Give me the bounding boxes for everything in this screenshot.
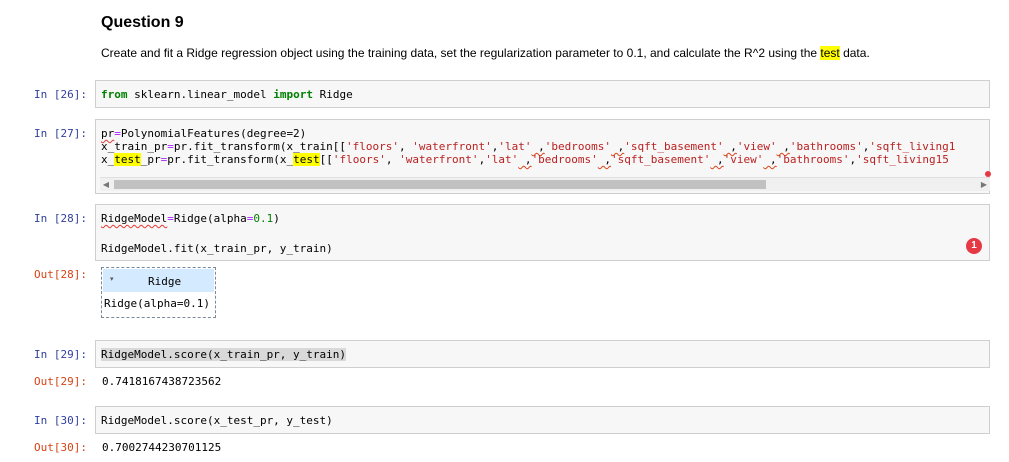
keyword-import: import (273, 88, 313, 101)
fit-call: RidgeModel.fit(x_train_pr, y_train) (101, 242, 333, 255)
question-description: Create and fit a Ridge regression object… (101, 46, 870, 60)
cell-29-out-prompt: Out[29]: (34, 375, 87, 388)
str-floors: 'floors' (346, 140, 400, 153)
str-bathrooms: 'bathrooms' (789, 140, 863, 153)
highlight-test-arg: test (293, 153, 320, 166)
cell-30-code-input[interactable]: RidgeModel.score(x_test_pr, y_test) (95, 406, 990, 434)
cell-26-in-prompt: In [26]: (34, 88, 87, 101)
cell-29-code-input[interactable]: RidgeModel.score(x_train_pr, y_train) (95, 340, 990, 368)
cell-26-code-input[interactable]: from sklearn.linear_model import Ridge (95, 80, 990, 108)
chevron-down-icon[interactable]: ▾ (110, 275, 114, 283)
score-train-call: RidgeModel.score(x_train_pr, y_train) (101, 348, 347, 361)
widget-title: Ridge (148, 275, 182, 288)
alpha-value: 0.1 (253, 212, 274, 225)
cell-29-output: 0.7418167438723562 (102, 375, 222, 388)
cell-28-in-prompt: In [28]: (34, 212, 87, 225)
var-x-train-pr: x_train_pr (101, 140, 168, 153)
cell-30-output: 0.7002744230701125 (102, 441, 222, 454)
str-waterfront-2: 'waterfront' (399, 153, 479, 166)
keyword-from: from (101, 88, 128, 101)
cell-28-code-input[interactable]: RidgeModel=Ridge(alpha=0.1) RidgeModel.f… (95, 204, 990, 261)
widget-body: Ridge(alpha=0.1) (104, 297, 210, 310)
str-sqft-living: 'sqft_living1 (869, 140, 956, 153)
open-brackets: [[ (319, 153, 333, 166)
var-pr: pr (101, 127, 115, 140)
ridge-estimator-widget[interactable]: ▾ Ridge Ridge(alpha=0.1) (101, 267, 216, 318)
str-bedrooms-2: 'bedrooms' (531, 153, 598, 166)
notification-badge[interactable]: 1 (966, 238, 982, 254)
module-name: sklearn.linear_model (127, 88, 274, 101)
str-lat: 'lat' (498, 140, 532, 153)
poly-call: PolynomialFeatures(degree=2) (120, 127, 307, 140)
var-ridgemodel: RidgeModel (101, 212, 168, 225)
scrollbar-thumb[interactable] (114, 180, 766, 189)
question-heading: Question 9 (101, 14, 184, 31)
error-marker-dot (985, 171, 991, 177)
scroll-right-icon[interactable]: ▶ (978, 178, 990, 191)
ridge-call: Ridge(alpha (173, 212, 247, 225)
scroll-left-icon[interactable]: ◀ (100, 178, 112, 191)
fit-transform-test: pr.fit_transform(x_ (167, 153, 294, 166)
str-sqft-basement-2: 'sqft_basement' (611, 153, 711, 166)
var-pr-suffix: _pr (140, 153, 161, 166)
str-sqft-living15: 'sqft_living15 (856, 153, 949, 166)
cell-29-in-prompt: In [29]: (34, 348, 87, 361)
str-floors-2: 'floors' (332, 153, 386, 166)
str-bedrooms: 'bedrooms' (544, 140, 611, 153)
str-view: 'view' (736, 140, 777, 153)
highlight-test-var: test (114, 153, 141, 166)
score-test-call: RidgeModel.score(x_test_pr, y_test) (101, 414, 333, 427)
str-view-2: 'view' (723, 153, 764, 166)
str-sqft-basement: 'sqft_basement' (624, 140, 724, 153)
cell-30-in-prompt: In [30]: (34, 414, 87, 427)
cell-28-out-prompt: Out[28]: (34, 268, 87, 281)
close-paren: ) (273, 212, 280, 225)
cell-30-out-prompt: Out[30]: (34, 441, 87, 454)
cell-27-in-prompt: In [27]: (34, 127, 87, 140)
str-waterfront: 'waterfront' (412, 140, 492, 153)
fit-transform-train: pr.fit_transform(x_train[[ (173, 140, 347, 153)
horizontal-scrollbar[interactable]: ◀ ▶ (100, 177, 990, 191)
desc-highlight-test: test (820, 46, 840, 60)
str-lat-2: 'lat' (485, 153, 519, 166)
import-name: Ridge (312, 88, 353, 101)
widget-header[interactable]: ▾ Ridge (103, 269, 214, 292)
desc-text-after: data. (839, 46, 870, 60)
var-x-prefix: x_ (101, 153, 115, 166)
str-bathrooms-2: 'bathrooms' (776, 153, 850, 166)
desc-text-before: Create and fit a Ridge regression object… (101, 46, 821, 60)
